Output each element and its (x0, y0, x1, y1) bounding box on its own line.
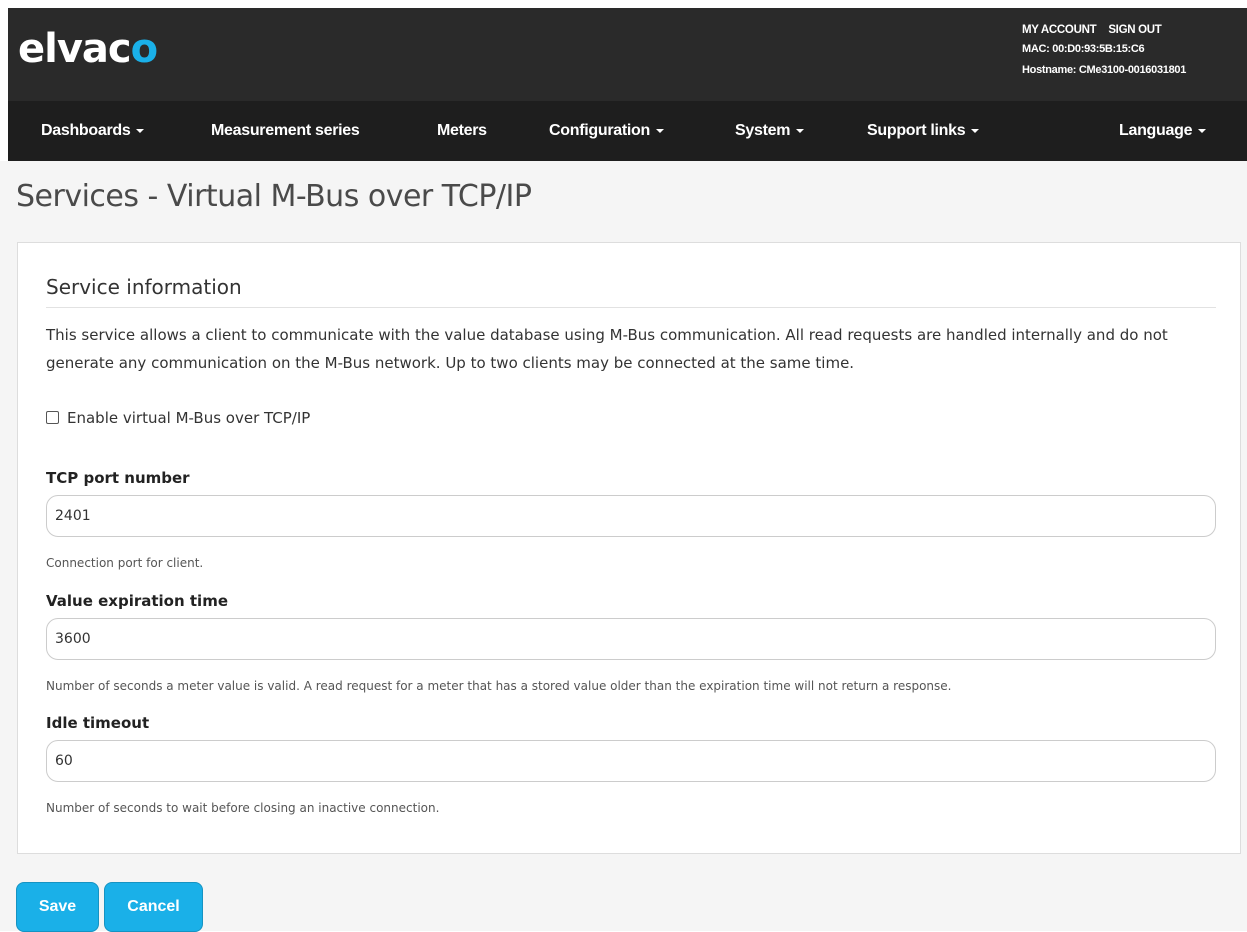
nav-language[interactable]: Language (1119, 101, 1207, 161)
nav-support-links[interactable]: Support links (867, 101, 980, 161)
enable-checkbox-label: Enable virtual M-Bus over TCP/IP (67, 409, 311, 427)
cancel-button[interactable]: Cancel (104, 882, 203, 932)
chevron-down-icon (655, 128, 664, 133)
nav-configuration[interactable]: Configuration (549, 101, 664, 161)
main-navbar: Dashboards Measurement series Meters Con… (8, 101, 1247, 161)
value-expiration-help: Number of seconds a meter value is valid… (46, 679, 952, 693)
tcp-port-input[interactable] (46, 495, 1216, 537)
logo-text: elvac (18, 26, 132, 72)
idle-timeout-help: Number of seconds to wait before closing… (46, 801, 440, 815)
nav-system-label: System (735, 122, 791, 139)
nav-system[interactable]: System (735, 101, 805, 161)
chevron-down-icon (136, 128, 145, 133)
enable-checkbox[interactable] (46, 411, 59, 424)
page-content: Services - Virtual M-Bus over TCP/IP Ser… (0, 161, 1247, 932)
my-account-link[interactable]: MY ACCOUNT (1022, 24, 1097, 36)
idle-timeout-label: Idle timeout (46, 714, 150, 732)
top-header: elvaco MY ACCOUNT SIGN OUT MAC: 00:D0:93:… (8, 8, 1247, 101)
mac-address: MAC: 00:D0:93:5B:15:C6 (1022, 43, 1145, 55)
nav-language-label: Language (1119, 122, 1193, 139)
elvaco-logo[interactable]: elvaco (18, 24, 159, 74)
chevron-down-icon (1198, 128, 1207, 133)
tcp-port-label: TCP port number (46, 469, 190, 487)
sign-out-link[interactable]: SIGN OUT (1108, 24, 1161, 36)
account-area: MY ACCOUNT SIGN OUT MAC: 00:D0:93:5B:15:C… (1022, 22, 1247, 81)
nav-meters-label: Meters (437, 122, 487, 139)
nav-measurement-series[interactable]: Measurement series (211, 101, 360, 161)
page-title: Services - Virtual M-Bus over TCP/IP (16, 179, 532, 214)
hostname: Hostname: CMe3100-0016031801 (1022, 64, 1187, 76)
nav-dashboards[interactable]: Dashboards (41, 101, 145, 161)
service-panel: Service information This service allows … (17, 242, 1241, 854)
idle-timeout-input[interactable] (46, 740, 1216, 782)
service-description: This service allows a client to communic… (46, 326, 1168, 372)
nav-meters[interactable]: Meters (437, 101, 487, 161)
nav-configuration-label: Configuration (549, 122, 650, 139)
logo-accent-letter: o (130, 26, 159, 72)
nav-dashboards-label: Dashboards (41, 122, 131, 139)
account-links: MY ACCOUNT SIGN OUT (1022, 22, 1247, 39)
value-expiration-input[interactable] (46, 618, 1216, 660)
chevron-down-icon (796, 128, 805, 133)
value-expiration-label: Value expiration time (46, 592, 229, 610)
nav-support-links-label: Support links (867, 122, 966, 139)
enable-checkbox-row[interactable]: Enable virtual M-Bus over TCP/IP (46, 406, 310, 430)
section-title: Service information (46, 271, 1216, 308)
tcp-port-help: Connection port for client. (46, 556, 204, 570)
chevron-down-icon (971, 128, 980, 133)
save-button[interactable]: Save (16, 882, 99, 932)
nav-measurement-series-label: Measurement series (211, 122, 360, 139)
